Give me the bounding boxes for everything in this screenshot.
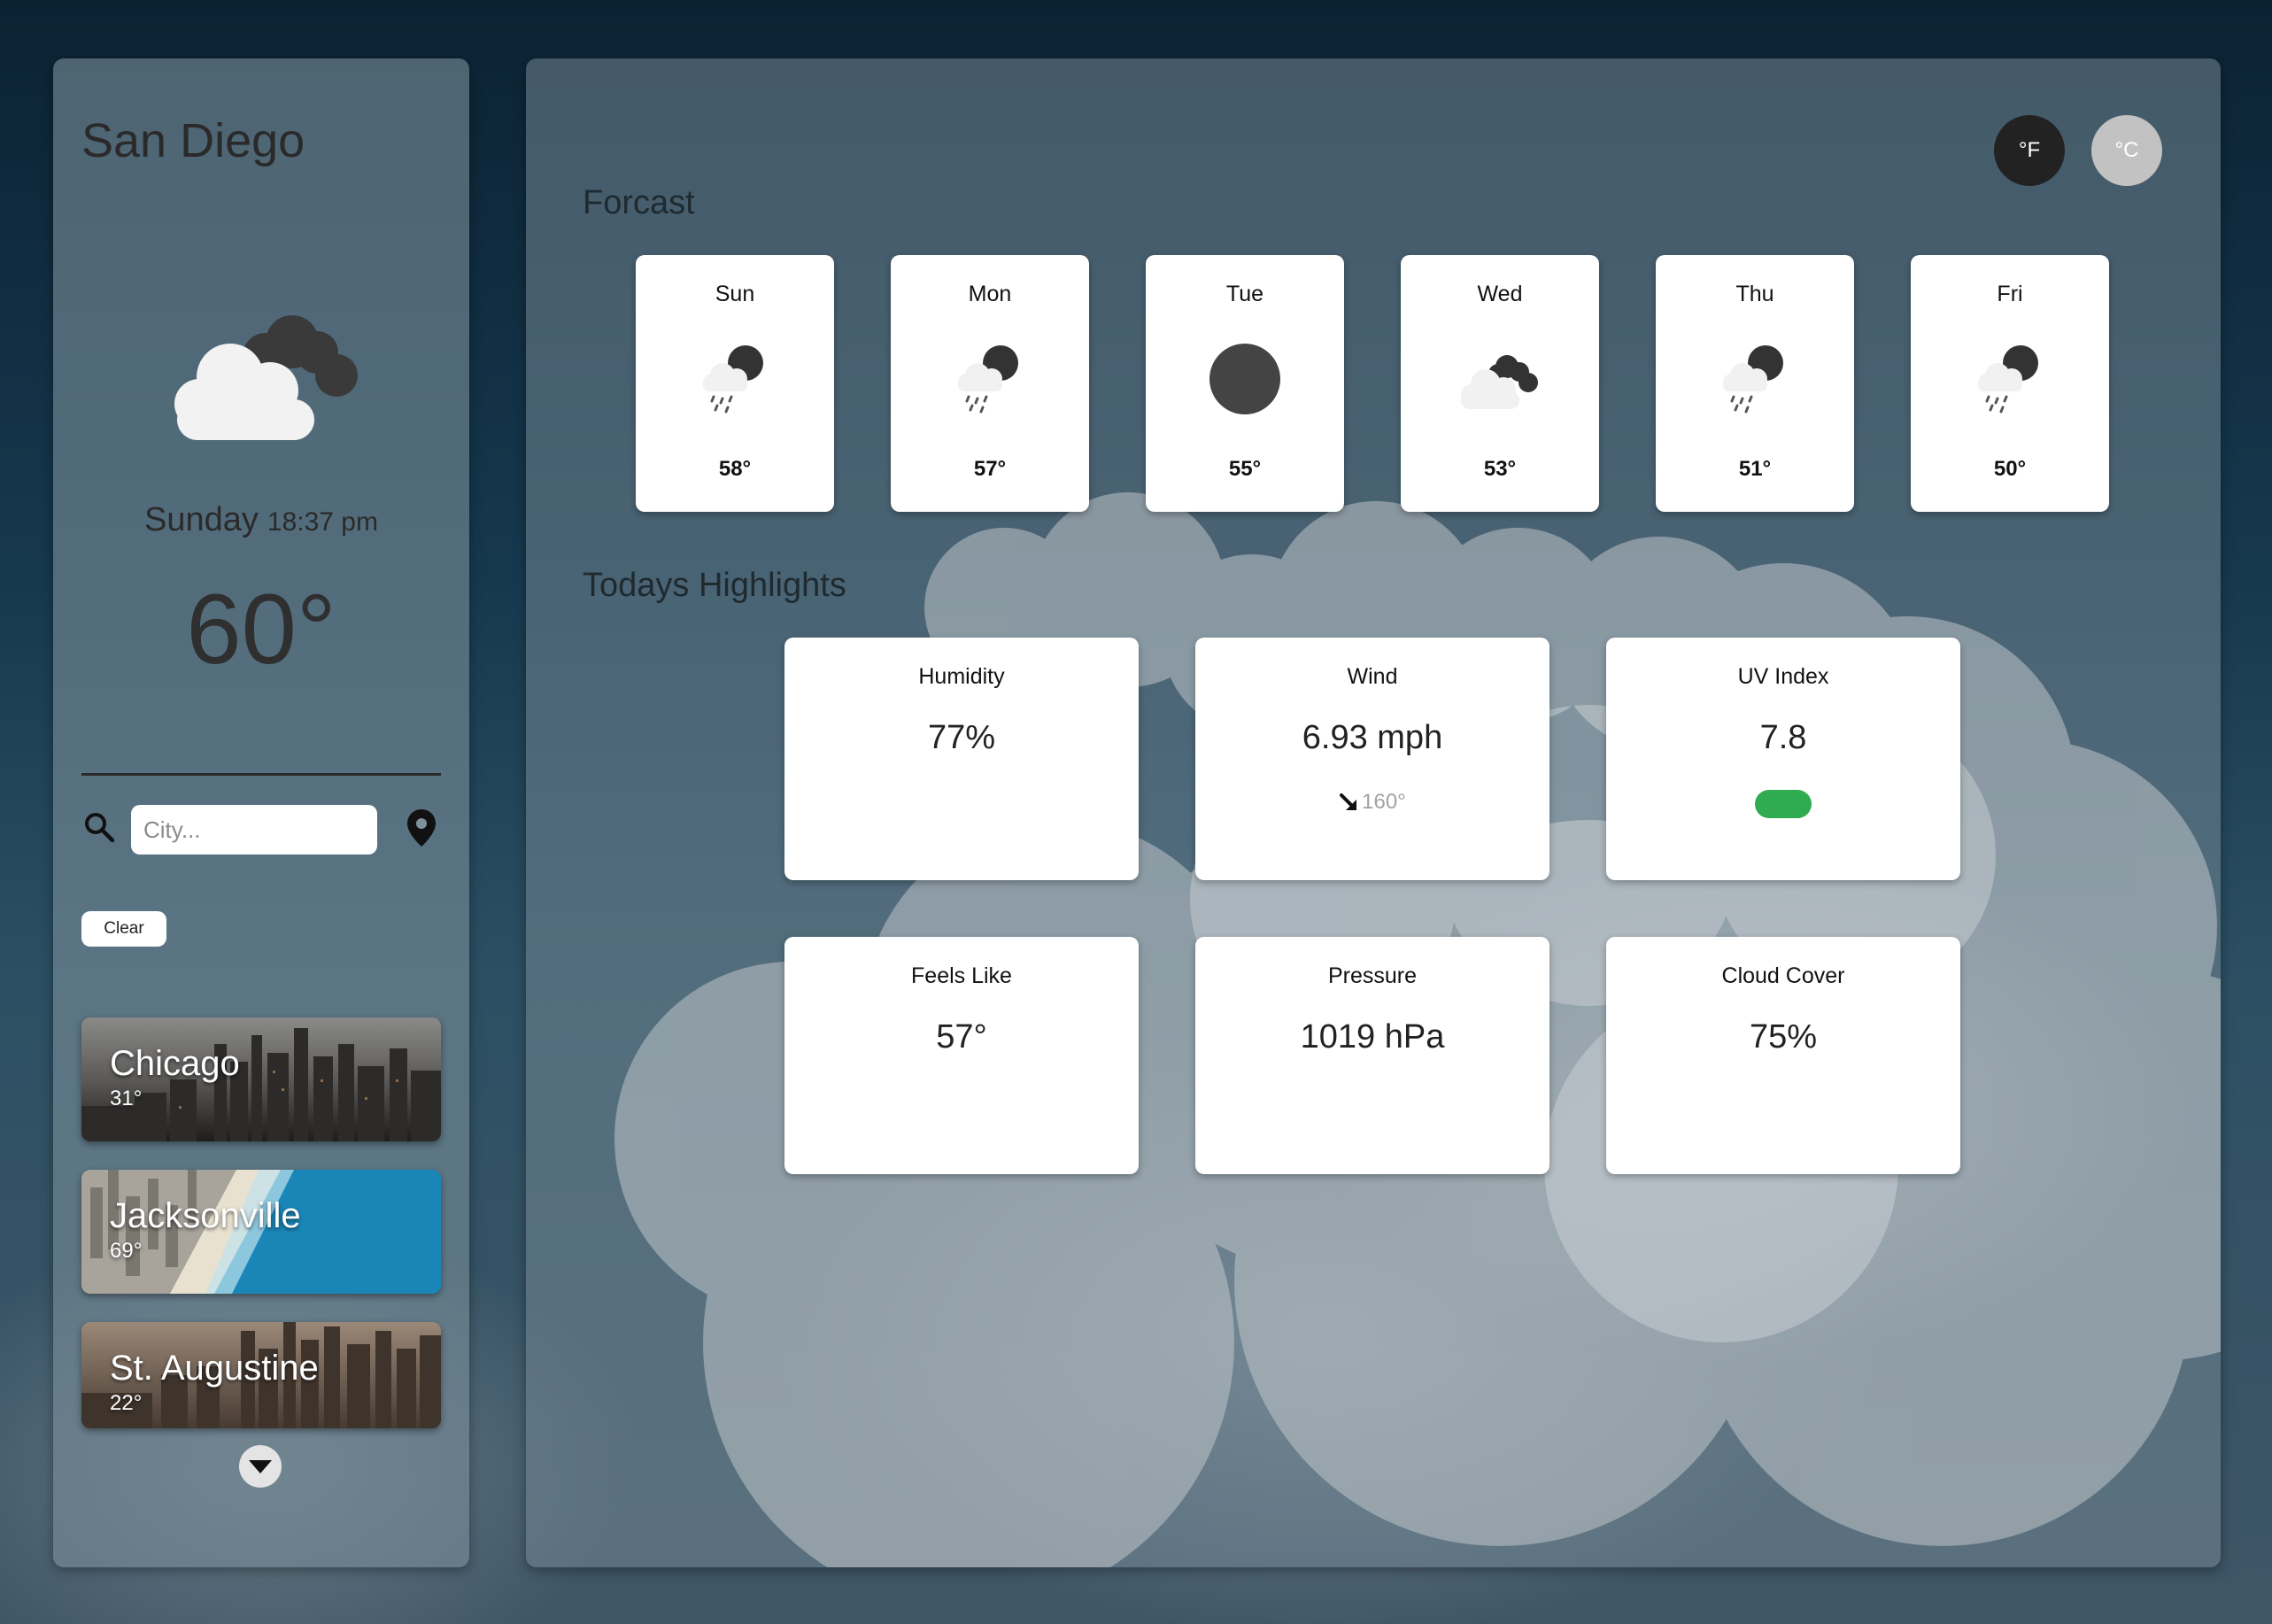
wind-direction-arrow-icon	[1340, 793, 1357, 810]
highlight-label: Cloud Cover	[1721, 963, 1845, 988]
cloudy-night-icon	[1461, 355, 1538, 409]
saved-city-card-chicago[interactable]: Chicago 31°	[81, 1017, 441, 1141]
forecast-day: Thu	[1735, 282, 1774, 306]
highlight-value: 1019 hPa	[1300, 1018, 1445, 1056]
saved-city-name: St. Augustine	[110, 1349, 319, 1388]
location-pin-icon[interactable]	[406, 808, 437, 848]
highlight-label: Humidity	[918, 664, 1005, 689]
highlights-title: Todays Highlights	[583, 567, 846, 604]
saved-city-name: Jacksonville	[110, 1196, 301, 1235]
highlight-value: 6.93 mph	[1302, 719, 1443, 756]
rain-night-icon	[1723, 345, 1783, 414]
cloudy-night-icon	[174, 315, 358, 440]
forecast-card-tue: Tue 55°	[1146, 255, 1344, 512]
uv-level-indicator	[1755, 790, 1812, 818]
rain-night-icon	[703, 345, 763, 414]
fahrenheit-toggle[interactable]: °F	[1994, 115, 2065, 186]
saved-city-card-st-augustine[interactable]: St. Augustine 22°	[81, 1322, 441, 1428]
highlight-label: UV Index	[1737, 664, 1829, 689]
highlight-value: 7.8	[1759, 719, 1807, 756]
saved-city-name: Chicago	[110, 1044, 240, 1083]
forecast-day: Wed	[1477, 282, 1523, 306]
forecast-temp: 58°	[718, 457, 752, 481]
rain-night-icon	[1978, 345, 2038, 414]
highlight-label: Wind	[1347, 664, 1398, 689]
city-search-input[interactable]	[131, 805, 377, 855]
wind-direction-degrees: 160°	[1362, 790, 1406, 814]
wind-card: Wind 6.93 mph 160°	[1195, 638, 1549, 880]
main-panel: °F °C Forcast Sun 58° Mon 57° Tue 55° We…	[526, 58, 2221, 1567]
celsius-toggle[interactable]: °C	[2091, 115, 2162, 186]
current-datetime: Sunday 18:37 pm	[53, 501, 469, 539]
forecast-temp: 50°	[1993, 457, 2027, 481]
rain-night-icon	[958, 345, 1018, 414]
saved-city-temp: 69°	[110, 1239, 143, 1263]
forecast-day: Sun	[715, 282, 755, 306]
scroll-down-icon[interactable]	[238, 1444, 282, 1489]
saved-city-card-jacksonville[interactable]: Jacksonville 69°	[81, 1170, 441, 1294]
current-day: Sunday	[144, 501, 259, 538]
cloud-cover-card: Cloud Cover 75%	[1606, 937, 1960, 1174]
highlight-label: Feels Like	[911, 963, 1012, 988]
feels-like-card: Feels Like 57°	[784, 937, 1139, 1174]
wind-direction: 160°	[1195, 790, 1549, 815]
divider	[81, 773, 441, 776]
forecast-temp: 51°	[1738, 457, 1772, 481]
highlight-value: 57°	[936, 1018, 987, 1056]
sidebar: San Diego Sunday 18:37 pm 60° Clear	[53, 58, 469, 1567]
humidity-card: Humidity 77%	[784, 638, 1139, 880]
current-temperature: 60°	[186, 574, 336, 684]
forecast-temp: 53°	[1483, 457, 1517, 481]
forecast-card-wed: Wed 53°	[1401, 255, 1599, 512]
forecast-temp: 57°	[973, 457, 1007, 481]
forecast-day: Mon	[968, 282, 1012, 306]
uv-index-card: UV Index 7.8	[1606, 638, 1960, 880]
pressure-card: Pressure 1019 hPa	[1195, 937, 1549, 1174]
highlight-value: 75%	[1749, 1018, 1818, 1056]
forecast-day: Tue	[1225, 282, 1264, 306]
forecast-day: Fri	[1997, 282, 2023, 306]
highlight-value: 77%	[927, 719, 996, 756]
forecast-card-thu: Thu 51°	[1656, 255, 1854, 512]
forecast-card-mon: Mon 57°	[891, 255, 1089, 512]
saved-city-temp: 22°	[110, 1391, 143, 1415]
forecast-temp: 55°	[1228, 457, 1262, 481]
forecast-card-sun: Sun 58°	[636, 255, 834, 512]
saved-city-temp: 31°	[110, 1087, 143, 1110]
search-icon[interactable]	[81, 809, 117, 845]
current-city-name: San Diego	[81, 114, 305, 167]
forecast-title: Forcast	[583, 184, 695, 221]
forecast-card-fri: Fri 50°	[1911, 255, 2109, 512]
clear-button[interactable]: Clear	[81, 911, 166, 947]
current-time: 18:37 pm	[267, 507, 378, 537]
highlight-label: Pressure	[1327, 963, 1418, 988]
moon-icon	[1209, 344, 1280, 414]
